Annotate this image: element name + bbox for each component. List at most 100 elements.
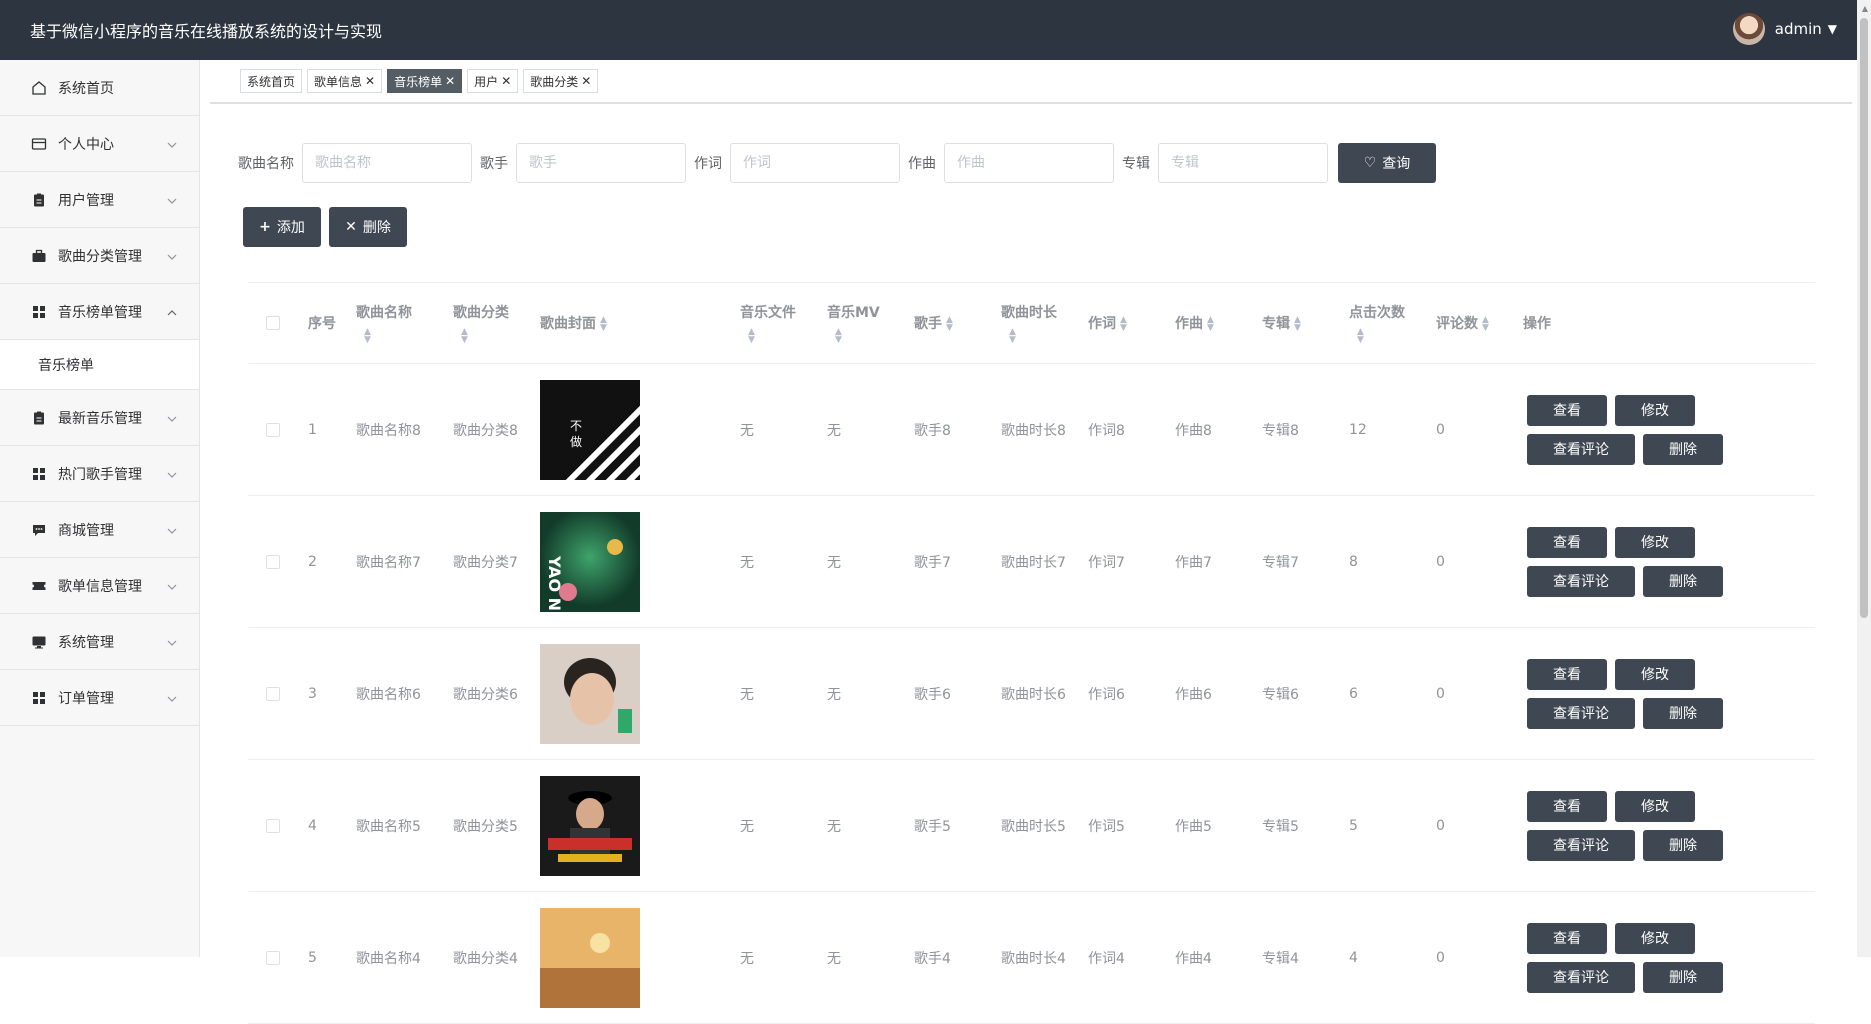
sidebar-item-4[interactable]: 音乐榜单管理 <box>0 284 199 340</box>
row-checkbox[interactable] <box>266 554 280 569</box>
table-row[interactable]: 4 歌曲名称5 歌曲分类5 无 无 歌手5 歌曲时长5 作词5 作曲5 专辑5 5 0 查看 修改 查看评论… <box>248 760 1815 892</box>
view-comments-button[interactable]: 查看评论 <box>1527 829 1635 861</box>
sort-icon[interactable]: ▲ ▼ <box>1482 316 1489 333</box>
sort-icon[interactable]: ▲ ▼ <box>1009 328 1078 345</box>
th-name[interactable]: 歌曲名称 ▲ ▼ <box>346 302 443 345</box>
view-button[interactable]: 查看 <box>1527 394 1607 426</box>
sidebar-item-6[interactable]: 热门歌手管理 <box>0 446 199 502</box>
th-clicks[interactable]: 点击次数 ▲ ▼ <box>1339 302 1426 345</box>
row-delete-button[interactable]: 删除 <box>1643 829 1723 861</box>
sidebar-item-0[interactable]: 系统首页 <box>0 60 199 116</box>
th-mv[interactable]: 音乐MV ▲ ▼ <box>817 302 904 345</box>
edit-button[interactable]: 修改 <box>1615 658 1695 690</box>
tab-2[interactable]: 音乐榜单 ✕ <box>387 69 463 93</box>
sidebar-item-9[interactable]: 系统管理 <box>0 614 199 670</box>
row-checkbox[interactable] <box>266 422 280 437</box>
search-input-1[interactable] <box>516 143 686 183</box>
view-comments-button[interactable]: 查看评论 <box>1527 697 1635 729</box>
sidebar-item-10[interactable]: 订单管理 <box>0 670 199 726</box>
edit-button[interactable]: 修改 <box>1615 394 1695 426</box>
close-icon[interactable]: ✕ <box>365 74 375 88</box>
tab-1[interactable]: 歌单信息 ✕ <box>307 69 383 93</box>
table-row[interactable]: 2 歌曲名称7 歌曲分类7 YAO NI 无 无 歌手7 歌曲时长7 作词7 作曲7 专辑7 8 0 查看… <box>248 496 1815 628</box>
sidebar-item-7[interactable]: 商城管理 <box>0 502 199 558</box>
action-bar: + 添加 ✕ 删除 <box>243 207 415 247</box>
sidebar-item-5[interactable]: 最新音乐管理 <box>0 390 199 446</box>
user-menu[interactable]: admin ▼ <box>1732 13 1837 45</box>
th-category[interactable]: 歌曲分类 ▲ ▼ <box>443 302 530 345</box>
search-input-2[interactable] <box>730 143 900 183</box>
view-comments-button[interactable]: 查看评论 <box>1527 961 1635 993</box>
sort-icon[interactable]: ▲ ▼ <box>600 316 607 333</box>
row-delete-button[interactable]: 删除 <box>1643 697 1723 729</box>
view-button[interactable]: 查看 <box>1527 790 1607 822</box>
th-lyricist[interactable]: 作词 ▲ ▼ <box>1078 313 1165 333</box>
add-button[interactable]: + 添加 <box>243 207 321 247</box>
close-icon[interactable]: ✕ <box>581 74 591 88</box>
row-delete-button[interactable]: 删除 <box>1643 961 1723 993</box>
search-input-0[interactable] <box>302 143 472 183</box>
view-button[interactable]: 查看 <box>1527 526 1607 558</box>
album-cover-image[interactable]: 不做 <box>540 379 730 480</box>
sort-icon[interactable]: ▲ ▼ <box>946 316 953 333</box>
album-cover-image[interactable] <box>540 643 730 744</box>
th-cover[interactable]: 歌曲封面 ▲ ▼ <box>530 313 730 333</box>
avatar[interactable] <box>1732 13 1765 45</box>
album-cover-image[interactable] <box>540 775 730 876</box>
sidebar-item-label: 歌曲分类管理 <box>58 248 142 265</box>
row-checkbox[interactable] <box>266 818 280 833</box>
close-icon[interactable]: ✕ <box>501 74 511 88</box>
submenu-item-music-chart[interactable]: 音乐榜单 <box>0 340 199 390</box>
row-delete-button[interactable]: 删除 <box>1643 565 1723 597</box>
sort-icon[interactable]: ▲ ▼ <box>1357 328 1426 345</box>
select-all-checkbox[interactable] <box>266 316 280 330</box>
edit-button[interactable]: 修改 <box>1615 790 1695 822</box>
view-comments-button[interactable]: 查看评论 <box>1527 433 1635 465</box>
search-input-4[interactable] <box>1158 143 1328 183</box>
view-comments-button[interactable]: 查看评论 <box>1527 565 1635 597</box>
th-duration[interactable]: 歌曲时长 ▲ ▼ <box>991 302 1078 345</box>
sidebar-item-2[interactable]: 用户管理 <box>0 172 199 228</box>
tab-3[interactable]: 用户 ✕ <box>467 69 519 93</box>
sidebar-item-3[interactable]: 歌曲分类管理 <box>0 228 199 284</box>
album-cover-image[interactable] <box>540 907 730 1008</box>
row-checkbox[interactable] <box>266 686 280 701</box>
th-album[interactable]: 专辑 ▲ ▼ <box>1252 313 1339 333</box>
scroll-up-icon[interactable]: ▲ <box>1862 4 1868 13</box>
th-singer[interactable]: 歌手 ▲ ▼ <box>904 313 991 333</box>
table-row[interactable]: 3 歌曲名称6 歌曲分类6 无 无 歌手6 歌曲时长6 作词6 作曲6 专辑6 6 0 查看 修改 查看评论… <box>248 628 1815 760</box>
username[interactable]: admin <box>1775 20 1822 38</box>
caret-down-icon[interactable]: ▼ <box>1828 22 1837 36</box>
search-input-3[interactable] <box>944 143 1114 183</box>
album-cover-image[interactable]: YAO NI <box>540 511 730 612</box>
tab-0[interactable]: 系统首页 <box>240 69 303 93</box>
tab-4[interactable]: 歌曲分类 ✕ <box>523 69 599 93</box>
table-row[interactable]: 5 歌曲名称4 歌曲分类4 无 无 歌手4 歌曲时长4 作词4 作曲4 专辑4 4 0 查看 修改 查看评论… <box>248 892 1815 1024</box>
row-delete-button[interactable]: 删除 <box>1643 433 1723 465</box>
sort-icon[interactable]: ▲ ▼ <box>364 328 443 345</box>
sidebar-item-8[interactable]: 歌单信息管理 <box>0 558 199 614</box>
sort-icon[interactable]: ▲ ▼ <box>748 328 817 345</box>
table-row[interactable]: 1 歌曲名称8 歌曲分类8 不做无无歌手8 歌曲时长8 作词8 作曲8 专辑8 12 0 查看 修改查… <box>248 364 1815 496</box>
page-scrollbar[interactable]: ▲ <box>1857 0 1871 957</box>
sort-icon[interactable]: ▲ ▼ <box>1120 316 1127 333</box>
view-button[interactable]: 查看 <box>1527 922 1607 954</box>
close-icon[interactable]: ✕ <box>445 74 455 88</box>
sort-icon[interactable]: ▲ ▼ <box>1207 316 1214 333</box>
edit-button[interactable]: 修改 <box>1615 922 1695 954</box>
sort-icon[interactable]: ▲ ▼ <box>461 328 530 345</box>
sort-icon[interactable]: ▲ ▼ <box>1294 316 1301 333</box>
query-button[interactable]: ♡ 查询 <box>1338 143 1436 183</box>
sort-icon[interactable]: ▲ ▼ <box>835 328 904 345</box>
row-select-cell <box>248 818 298 833</box>
row-checkbox[interactable] <box>266 950 280 965</box>
edit-button[interactable]: 修改 <box>1615 526 1695 558</box>
delete-button[interactable]: ✕ 删除 <box>329 207 407 247</box>
view-button[interactable]: 查看 <box>1527 658 1607 690</box>
scrollbar-thumb[interactable] <box>1860 18 1868 618</box>
search-label: 专辑 <box>1122 156 1150 172</box>
sidebar-item-1[interactable]: 个人中心 <box>0 116 199 172</box>
th-file[interactable]: 音乐文件 ▲ ▼ <box>730 302 817 345</box>
th-comments[interactable]: 评论数 ▲ ▼ <box>1426 313 1513 333</box>
th-composer[interactable]: 作曲 ▲ ▼ <box>1165 313 1252 333</box>
